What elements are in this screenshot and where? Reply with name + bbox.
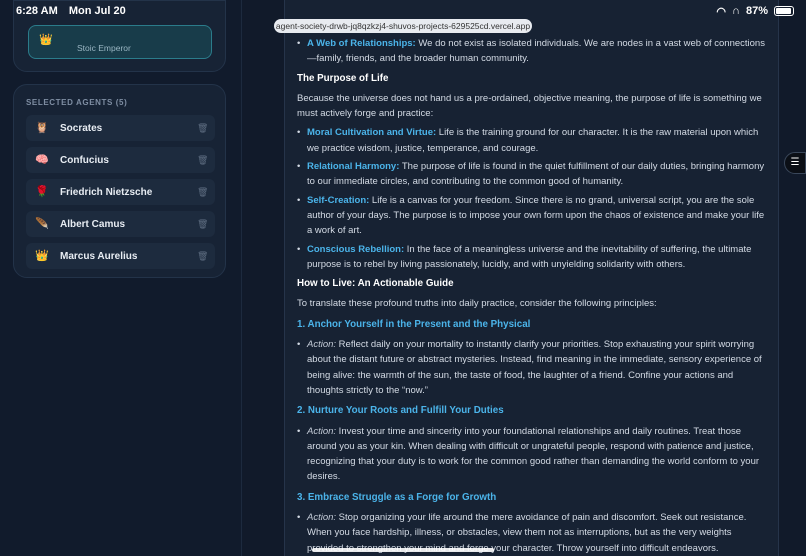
agent-name: Confucius	[60, 154, 109, 166]
paragraph: To translate these profound truths into …	[297, 298, 657, 310]
trash-icon[interactable]: 🗑	[197, 123, 208, 133]
status-time: 6:28 AM	[16, 5, 58, 17]
sliders-icon: ☰	[790, 157, 800, 168]
subheading-3: 3. Embrace Struggle as a Forge for Growt…	[297, 491, 497, 503]
agent-name: Friedrich Nietzsche	[60, 186, 153, 198]
home-indicator[interactable]	[312, 548, 494, 552]
emperor-subtitle: Stoic Emperor	[77, 43, 131, 53]
agent-item-nietzsche[interactable]: 🌹 Friedrich Nietzsche 🗑	[26, 179, 215, 205]
list-item: Relational Harmony: The purpose of life …	[297, 159, 766, 190]
agent-list: 🦉 Socrates 🗑 🧠 Confucius 🗑 🌹 Friedrich N…	[26, 115, 215, 275]
rose-icon: 🌹	[35, 186, 49, 198]
selected-agents-heading: SELECTED AGENTS (5)	[26, 98, 128, 107]
list-item: Moral Cultivation and Virtue: Life is th…	[297, 125, 766, 156]
url-bar[interactable]: agent-society-drwb-jq8qzkzj4-shuvos-proj…	[274, 19, 532, 33]
headphones-icon: ∩	[732, 5, 740, 17]
list-item: Action: Invest your time and sincerity i…	[297, 424, 766, 485]
agent-item-camus[interactable]: 🪶 Albert Camus 🗑	[26, 211, 215, 237]
main-panel: A Web of Relationships: We do not exist …	[243, 0, 806, 556]
brain-icon: 🧠	[35, 154, 49, 166]
agent-name: Socrates	[60, 122, 103, 134]
sidebar: 👑 Stoic Emperor SELECTED AGENTS (5) 🦉 So…	[0, 0, 242, 556]
selected-agents-panel: SELECTED AGENTS (5) 🦉 Socrates 🗑 🧠 Confu…	[13, 84, 226, 278]
emperor-agent-item[interactable]: 👑 Stoic Emperor	[28, 25, 212, 59]
agent-item-socrates[interactable]: 🦉 Socrates 🗑	[26, 115, 215, 141]
list-item: A Web of Relationships: We do not exist …	[297, 36, 766, 67]
subheading-1: 1. Anchor Yourself in the Present and th…	[297, 318, 531, 330]
crown-icon: 👑	[35, 250, 49, 262]
list-item: Action: Reflect daily on your mortality …	[297, 337, 766, 398]
paragraph: Because the universe does not hand us a …	[297, 92, 762, 120]
trash-icon[interactable]: 🗑	[197, 155, 208, 165]
trash-icon[interactable]: 🗑	[197, 251, 208, 261]
agent-item-confucius[interactable]: 🧠 Confucius 🗑	[26, 147, 215, 173]
battery-percent: 87%	[745, 5, 768, 17]
feather-icon: 🪶	[35, 218, 49, 230]
list-item: Conscious Rebellion: In the face of a me…	[297, 242, 766, 273]
options-toggle-button[interactable]: ☰	[784, 152, 806, 174]
owl-icon: 🦉	[35, 122, 49, 134]
crown-icon: 👑	[39, 34, 53, 46]
status-date: Mon Jul 20	[68, 5, 126, 17]
trash-icon[interactable]: 🗑	[197, 187, 208, 197]
agent-name: Albert Camus	[60, 218, 126, 230]
response-content: A Web of Relationships: We do not exist …	[284, 0, 779, 556]
agent-name: Marcus Aurelius	[60, 250, 138, 262]
agent-item-marcus-aurelius[interactable]: 👑 Marcus Aurelius 🗑	[26, 243, 215, 269]
section-heading-purpose: The Purpose of Life	[297, 72, 389, 84]
subheading-2: 2. Nurture Your Roots and Fulfill Your D…	[297, 405, 504, 417]
section-heading-howto: How to Live: An Actionable Guide	[297, 278, 454, 290]
wifi-icon: ◠	[716, 5, 727, 18]
list-item: Self-Creation: Life is a canvas for your…	[297, 193, 766, 239]
battery-icon	[774, 6, 794, 16]
trash-icon[interactable]: 🗑	[197, 219, 208, 229]
